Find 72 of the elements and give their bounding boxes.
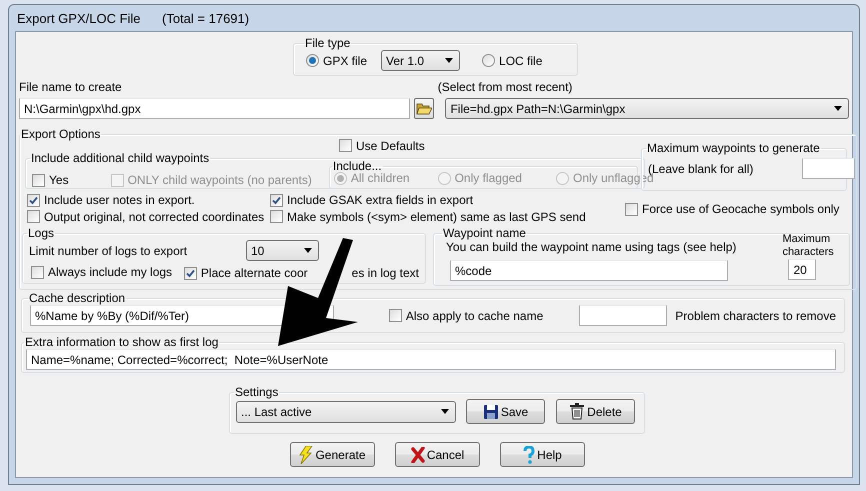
checkbox-label: es in log text [352, 266, 420, 280]
checkbox[interactable] [31, 266, 44, 278]
lightning-icon [299, 446, 314, 464]
group-title: Extra information to show as first log [24, 335, 220, 349]
checkbox[interactable] [270, 210, 283, 223]
radio-button[interactable] [482, 54, 496, 67]
field-label: Problem characters to remove [675, 308, 836, 322]
checkbox[interactable] [27, 210, 40, 223]
cancel-button[interactable]: Cancel [395, 442, 480, 467]
checkbox[interactable] [184, 266, 197, 280]
checkbox-label: Include user notes in export. [44, 193, 195, 207]
group-title: Settings [234, 385, 280, 399]
version-dropdown[interactable]: Ver 1.0 [381, 50, 460, 71]
caret-icon [445, 58, 454, 63]
checkbox-label: Place alternate coor [200, 266, 308, 280]
radio-button[interactable] [306, 54, 319, 67]
caret-icon [304, 248, 312, 253]
recent-files-dropdown[interactable]: File=hd.gpx Path=N:\Garmin\gpx [445, 98, 849, 119]
settings-dropdown[interactable]: ... Last active [236, 400, 456, 422]
field-label: (Select from most recent) [438, 80, 572, 94]
checkbox-label: Always include my logs [48, 265, 172, 279]
file-name-field[interactable]: N:\Garmin\gpx\hd.gpx [19, 98, 410, 119]
checkbox-label: Use Defaults [356, 138, 425, 152]
max-waypoints-field[interactable] [802, 158, 856, 179]
group-title: Logs [27, 226, 56, 240]
checkbox-label: Make symbols (<sym> element) same as last GPS send [287, 210, 586, 224]
log-limit-dropdown[interactable]: 10 [246, 240, 319, 261]
checkbox-label: Include GSAK extra fields in export [287, 193, 474, 207]
help-button[interactable]: Help [500, 442, 585, 467]
group-title: Export Options [20, 127, 102, 141]
caret-icon [834, 106, 842, 111]
checkbox[interactable] [388, 309, 402, 322]
extra-info-field[interactable]: Name=%name; Corrected=%correct; Note=%UserNote [26, 349, 836, 370]
browse-button[interactable] [414, 98, 434, 119]
hint-text: (Leave blank for all) [648, 162, 754, 176]
question-mark-icon [523, 446, 536, 464]
trash-can-icon [569, 403, 586, 420]
checkbox-label: Also apply to cache name [406, 308, 544, 322]
checkbox-label: Yes [49, 173, 69, 187]
checkbox[interactable] [32, 174, 45, 186]
group-title: Waypoint name [442, 226, 527, 240]
group-title: File type [304, 36, 352, 50]
checkbox[interactable] [339, 139, 352, 152]
checkbox-label: Force use of Geocache symbols only [642, 202, 840, 216]
waypoint-name-field[interactable]: %code [450, 260, 728, 281]
checkbox[interactable] [625, 202, 638, 216]
x-icon [410, 446, 425, 462]
folder-icon [416, 102, 432, 116]
window-title: Export GPX/LOC File [17, 10, 142, 26]
field-label: Limit number of logs to export [29, 244, 188, 258]
total-count: (Total = 17691) [162, 10, 250, 26]
group-title: Cache description [28, 291, 126, 305]
field-label: File name to create [19, 80, 122, 94]
group-title: Include additional child waypoints [30, 151, 210, 165]
radio-label: All children [350, 171, 410, 185]
field-label: Maximum characters [782, 233, 835, 259]
save-button[interactable]: Save [466, 399, 545, 424]
checkbox-label: ONLY child waypoints (no parents) [128, 173, 312, 187]
max-characters-field[interactable]: 20 [788, 259, 816, 280]
radio-label: GPX file [323, 54, 368, 68]
radio-label: LOC file [499, 54, 542, 68]
checkbox[interactable] [27, 194, 40, 206]
delete-button[interactable]: Delete [556, 399, 635, 424]
generate-button[interactable]: Generate [290, 442, 375, 467]
radio-label: Only flagged [454, 171, 522, 185]
hint-text: You can build the waypoint name using tags (see help) [446, 240, 736, 254]
group-title: Maximum waypoints to generate [646, 141, 821, 155]
caret-icon [441, 409, 449, 414]
problem-characters-field[interactable] [579, 305, 668, 326]
checkbox[interactable] [270, 194, 283, 206]
group-title: Include... [332, 159, 383, 173]
checkbox-label: Output original, not corrected coordinates [44, 210, 264, 224]
